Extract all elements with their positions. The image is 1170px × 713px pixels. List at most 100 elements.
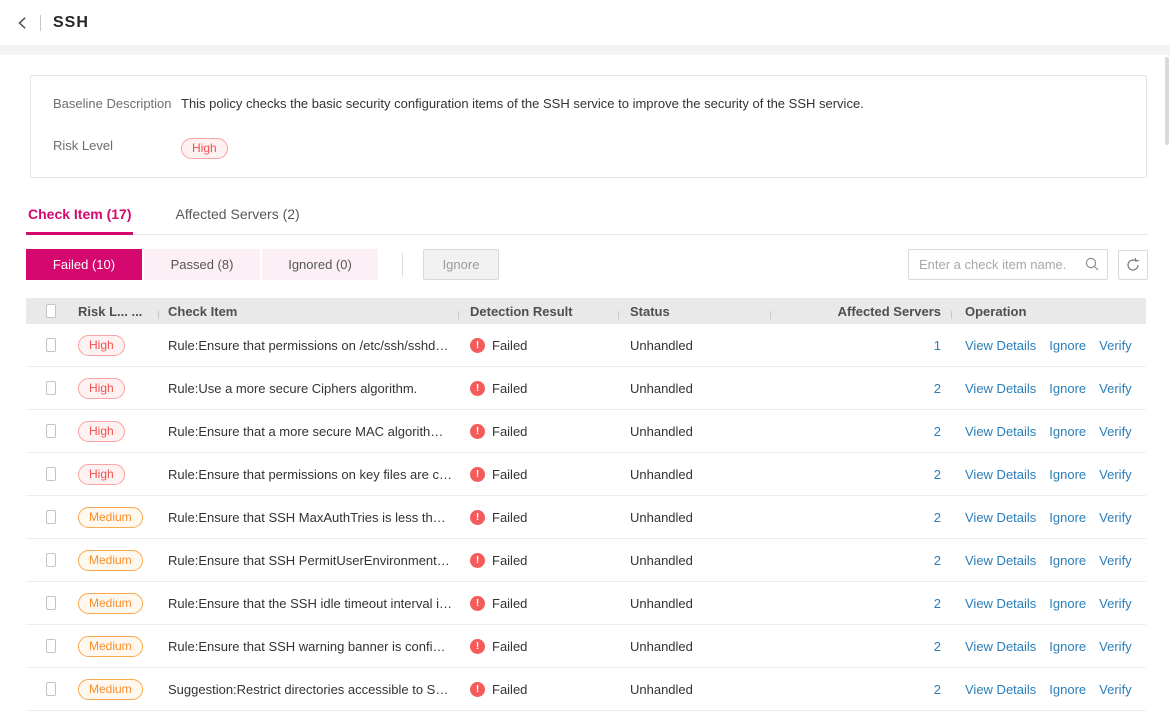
check-item-text: Rule:Ensure that a more secure MAC algor… <box>168 424 443 439</box>
table-row: Medium Rule:Ensure that SSH warning bann… <box>26 625 1146 668</box>
exclamation-circle-icon: ! <box>470 510 485 525</box>
affected-servers-link[interactable]: 2 <box>934 424 941 439</box>
risk-level-label: Risk Level <box>53 138 181 153</box>
row-checkbox[interactable] <box>46 639 56 653</box>
background-strip <box>0 45 1170 55</box>
risk-badge: Medium <box>78 507 143 528</box>
exclamation-circle-icon: ! <box>470 424 485 439</box>
table-row: High Rule:Ensure that permissions on /et… <box>26 324 1146 367</box>
exclamation-circle-icon: ! <box>470 338 485 353</box>
affected-servers-link[interactable]: 2 <box>934 467 941 482</box>
risk-level-badge: High <box>181 138 228 159</box>
ignore-link[interactable]: Ignore <box>1049 467 1086 482</box>
verify-link[interactable]: Verify <box>1099 682 1132 697</box>
ignore-link[interactable]: Ignore <box>1049 381 1086 396</box>
table-row: High Rule:Use a more secure Ciphers algo… <box>26 367 1146 410</box>
risk-badge: Medium <box>78 550 143 571</box>
ignore-link[interactable]: Ignore <box>1049 338 1086 353</box>
title-divider <box>40 15 41 31</box>
row-checkbox[interactable] <box>46 424 56 438</box>
check-item-text: Rule:Ensure that SSH MaxAuthTries is les… <box>168 510 446 525</box>
verify-link[interactable]: Verify <box>1099 381 1132 396</box>
view-details-link[interactable]: View Details <box>965 553 1036 568</box>
status-filter-group: Failed (10) Passed (8) Ignored (0) <box>26 249 380 280</box>
filter-ignored[interactable]: Ignored (0) <box>262 249 378 280</box>
column-status: Status <box>618 304 770 319</box>
refresh-button[interactable] <box>1118 250 1148 280</box>
verify-link[interactable]: Verify <box>1099 338 1132 353</box>
ignore-link[interactable]: Ignore <box>1049 639 1086 654</box>
filter-toolbar: Failed (10) Passed (8) Ignored (0) Ignor… <box>26 249 1148 280</box>
toolbar-divider <box>402 253 403 277</box>
detection-result-text: Failed <box>492 596 527 611</box>
risk-badge: High <box>78 378 125 399</box>
view-details-link[interactable]: View Details <box>965 510 1036 525</box>
row-checkbox[interactable] <box>46 682 56 696</box>
detection-result-text: Failed <box>492 467 527 482</box>
ignore-link[interactable]: Ignore <box>1049 682 1086 697</box>
refresh-icon <box>1125 257 1141 273</box>
row-checkbox[interactable] <box>46 553 56 567</box>
risk-badge: High <box>78 464 125 485</box>
row-checkbox[interactable] <box>46 381 56 395</box>
verify-link[interactable]: Verify <box>1099 424 1132 439</box>
status-text: Unhandled <box>630 510 693 525</box>
detection-result-text: Failed <box>492 553 527 568</box>
view-details-link[interactable]: View Details <box>965 639 1036 654</box>
baseline-description-value: This policy checks the basic security co… <box>181 96 894 111</box>
verify-link[interactable]: Verify <box>1099 596 1132 611</box>
column-operation: Operation <box>951 304 1146 319</box>
affected-servers-link[interactable]: 2 <box>934 596 941 611</box>
verify-link[interactable]: Verify <box>1099 553 1132 568</box>
affected-servers-link[interactable]: 2 <box>934 682 941 697</box>
status-text: Unhandled <box>630 467 693 482</box>
baseline-panel: Baseline Description This policy checks … <box>30 75 1147 178</box>
detection-result-text: Failed <box>492 682 527 697</box>
ignore-link[interactable]: Ignore <box>1049 510 1086 525</box>
affected-servers-link[interactable]: 2 <box>934 510 941 525</box>
exclamation-circle-icon: ! <box>470 596 485 611</box>
view-details-link[interactable]: View Details <box>965 682 1036 697</box>
exclamation-circle-icon: ! <box>470 467 485 482</box>
select-all-checkbox[interactable] <box>46 304 56 318</box>
check-item-text: Rule:Ensure that the SSH idle timeout in… <box>168 596 452 611</box>
ignore-link[interactable]: Ignore <box>1049 424 1086 439</box>
exclamation-circle-icon: ! <box>470 381 485 396</box>
status-text: Unhandled <box>630 381 693 396</box>
affected-servers-link[interactable]: 2 <box>934 639 941 654</box>
ignore-button[interactable]: Ignore <box>423 249 499 280</box>
ignore-link[interactable]: Ignore <box>1049 596 1086 611</box>
row-checkbox[interactable] <box>46 338 56 352</box>
tab-bar: Check Item (17) Affected Servers (2) <box>26 200 1148 235</box>
status-text: Unhandled <box>630 424 693 439</box>
back-button[interactable] <box>12 12 34 34</box>
tab-affected-servers[interactable]: Affected Servers (2) <box>173 200 301 234</box>
scrollbar-thumb[interactable] <box>1165 57 1169 145</box>
tab-check-item[interactable]: Check Item (17) <box>26 200 133 235</box>
affected-servers-link[interactable]: 2 <box>934 381 941 396</box>
table-row: Medium Rule:Ensure that SSH MaxAuthTries… <box>26 496 1146 539</box>
magnifier-icon[interactable] <box>1084 256 1100 277</box>
view-details-link[interactable]: View Details <box>965 381 1036 396</box>
ignore-link[interactable]: Ignore <box>1049 553 1086 568</box>
row-checkbox[interactable] <box>46 510 56 524</box>
row-checkbox[interactable] <box>46 596 56 610</box>
topbar: SSH <box>0 0 1170 45</box>
filter-failed[interactable]: Failed (10) <box>26 249 142 280</box>
affected-servers-link[interactable]: 2 <box>934 553 941 568</box>
view-details-link[interactable]: View Details <box>965 424 1036 439</box>
filter-passed[interactable]: Passed (8) <box>144 249 260 280</box>
verify-link[interactable]: Verify <box>1099 639 1132 654</box>
row-checkbox[interactable] <box>46 467 56 481</box>
search-input[interactable] <box>908 249 1108 280</box>
view-details-link[interactable]: View Details <box>965 596 1036 611</box>
view-details-link[interactable]: View Details <box>965 338 1036 353</box>
affected-servers-link[interactable]: 1 <box>934 338 941 353</box>
verify-link[interactable]: Verify <box>1099 510 1132 525</box>
view-details-link[interactable]: View Details <box>965 467 1036 482</box>
table-row: Medium Rule:Ensure that the SSH idle tim… <box>26 582 1146 625</box>
table-row: High Rule:Ensure that permissions on key… <box>26 453 1146 496</box>
status-text: Unhandled <box>630 682 693 697</box>
verify-link[interactable]: Verify <box>1099 467 1132 482</box>
exclamation-circle-icon: ! <box>470 553 485 568</box>
